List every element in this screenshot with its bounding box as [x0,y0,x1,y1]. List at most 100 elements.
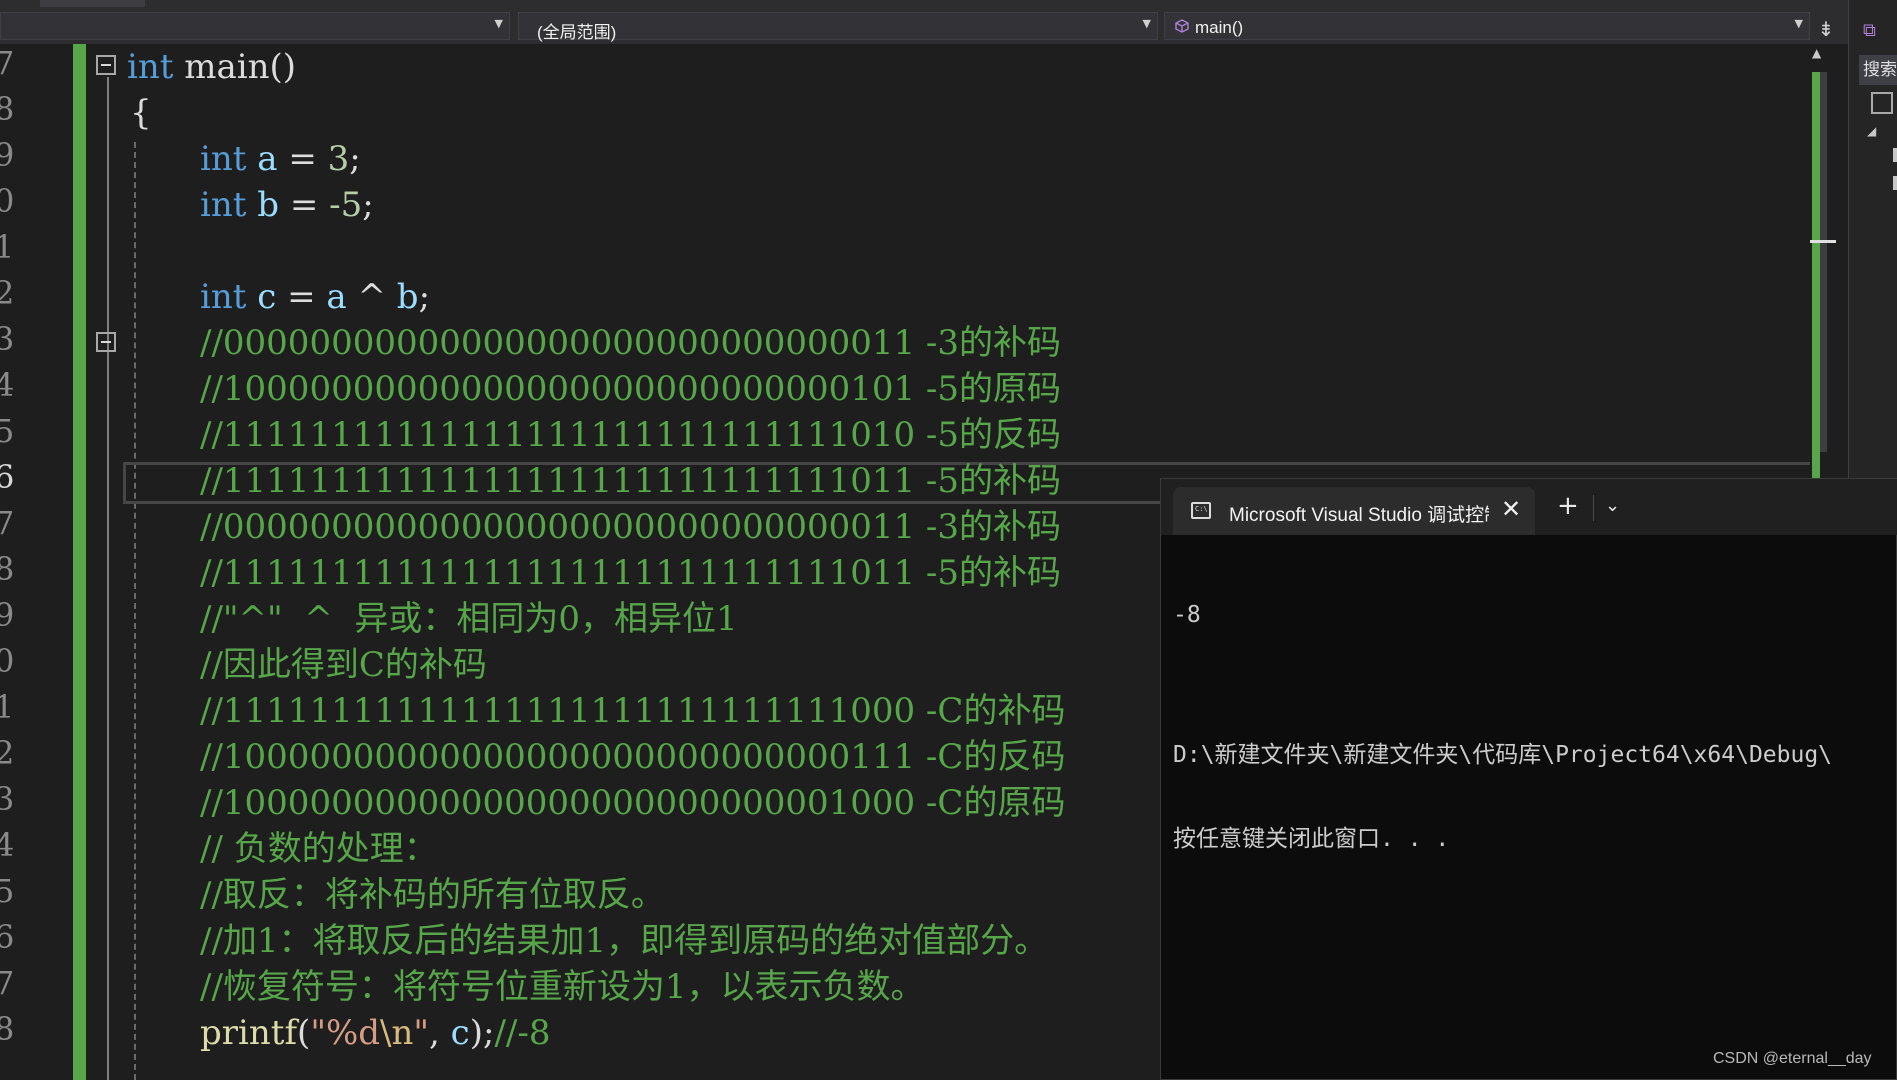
tab-divider [1593,495,1594,521]
change-tracking-bar [73,44,86,1080]
scroll-up-icon[interactable]: ▲ [1812,46,1821,60]
line-number: 4 [0,366,15,404]
code-line-open-brace[interactable]: { [130,90,152,136]
keyword: int [200,277,247,317]
line-number: 8 [0,1010,15,1048]
line-number: 5 [0,872,15,910]
line-number: 7 [0,44,15,82]
debug-console-window[interactable]: Microsoft Visual Studio 调试控制台 ✕ + ⌄ -8 D… [1160,478,1897,1080]
comment-line[interactable]: //00000000000000000000000000000011 -3的补码 [200,504,1061,550]
chevron-down-icon[interactable]: ⌄ [1605,495,1620,516]
scope-dropdown[interactable]: (全局范围) ▼ [518,12,1158,42]
line-number: 9 [0,136,15,174]
collapse-block-icon[interactable] [96,55,116,75]
variable: c [257,277,277,317]
comment-line[interactable]: //恢复符号：将符号位重新设为1，以表示负数。 [200,964,925,1010]
keyword: int [200,139,247,179]
open-brace: { [130,93,152,133]
line-number: 8 [0,90,15,128]
operator: ^ [346,277,397,317]
line-number: 2 [0,734,15,772]
title-strip [0,0,1897,8]
tree-item-marker [1893,148,1897,162]
paren: ( [297,1013,311,1053]
comment-line-current[interactable]: //11111111111111111111111111111011 -5的补码 [200,458,1061,504]
line-number: 0 [0,182,15,220]
operator: = [276,277,327,317]
line-number: 6 [0,918,15,956]
function-signature: main() [173,47,297,87]
comment-line[interactable]: //11111111111111111111111111111000 -C的补码 [200,688,1065,734]
variable: a [326,277,347,317]
chevron-down-icon: ▼ [1794,17,1803,30]
line-number: 1 [0,228,15,266]
code-line-main[interactable]: int main() [127,44,296,90]
line-number: 1 [0,688,15,726]
line-number: 2 [0,274,15,312]
member-dropdown[interactable]: main() ▼ [1164,12,1810,40]
vs-solution-icon[interactable]: ⧉ [1863,20,1887,41]
code-line-decl-b[interactable]: int b = -5; [200,182,374,228]
comment-line[interactable]: //10000000000000000000000000000111 -C的反码 [200,734,1065,780]
comment-line[interactable]: //10000000000000000000000000000101 -5的原码 [200,366,1061,412]
chevron-down-icon: ▼ [1142,17,1151,30]
collapse-comment-icon[interactable] [96,332,116,352]
split-window-icon[interactable]: ⇟ [1815,18,1837,40]
close-icon[interactable]: ✕ [1501,495,1521,523]
line-number: 8 [0,550,15,588]
project-dropdown[interactable]: ▼ [0,12,510,40]
terminal-tab[interactable]: Microsoft Visual Studio 调试控制台 ✕ [1173,487,1535,535]
comment-line[interactable]: //取反：将补码的所有位取反。 [200,872,665,918]
comment-line[interactable]: //11111111111111111111111111111010 -5的反码 [200,412,1061,458]
comment-line[interactable]: //10000000000000000000000000001000 -C的原码 [200,780,1065,826]
operator: = [277,139,328,179]
line-number: 7 [0,504,15,542]
method-cube-icon [1175,19,1189,33]
variable: b [396,277,419,317]
solution-node-icon[interactable] [1871,92,1893,114]
line-number: 0 [0,642,15,680]
scope-dropdown-value: (全局范围) [537,23,617,42]
code-line-decl-a[interactable]: int a = 3; [200,136,361,182]
chevron-down-icon: ▼ [494,17,503,30]
variable: a [257,139,278,179]
indent-guide [134,142,136,1080]
comment-line[interactable]: //因此得到C的补码 [200,642,487,688]
variable: b [257,185,280,225]
separator: , [429,1013,451,1053]
comment-line[interactable]: //00000000000000000000000000000011 -3的补码 [200,320,1061,366]
variable: c [450,1013,470,1053]
output-line: D:\新建文件夹\新建文件夹\代码库\Project64\x64\Debug\ [1173,742,1833,768]
line-number: 3 [0,320,15,358]
new-tab-icon[interactable]: + [1557,491,1579,521]
document-tab[interactable] [40,0,145,7]
number-literal: -5 [329,185,363,225]
solution-search-box[interactable]: 搜索 [1859,55,1897,85]
comment-line[interactable]: //"^" ^ 异或：相同为0，相异位1 [200,596,738,642]
expand-triangle-icon[interactable]: ◢ [1867,124,1876,138]
code-line-decl-c[interactable]: int c = a ^ b; [200,274,430,320]
outline-line [107,77,109,1080]
watermark: CSDN @eternal__day [1713,1050,1872,1067]
comment-line[interactable]: //11111111111111111111111111111011 -5的补码 [200,550,1061,596]
output-line: 按任意键关闭此窗口. . . [1173,826,1450,852]
tree-item-marker [1893,176,1897,190]
line-number: 7 [0,964,15,1002]
keyword: int [200,185,247,225]
semicolon: ; [418,277,431,317]
comment-line[interactable]: //加1：将取反后的结果加1，即得到原码的绝对值部分。 [200,918,1048,964]
line-number: 4 [0,826,15,864]
paren-semicolon: ); [469,1013,495,1053]
terminal-tab-title: Microsoft Visual Studio 调试控制台 [1229,505,1489,526]
comment-line[interactable]: // 负数的处理： [200,826,438,872]
line-number: 9 [0,596,15,634]
caret-position-marker [1810,240,1836,243]
member-dropdown-value: main() [1195,18,1244,37]
line-number: 3 [0,780,15,818]
semicolon: ; [349,139,361,179]
string-literal: " [413,1013,430,1053]
code-line-printf[interactable]: printf("%d\n", c);//-8 [200,1010,550,1056]
line-number: 6 [0,458,15,496]
string-literal: "%d [310,1013,381,1053]
semicolon: ; [362,185,374,225]
